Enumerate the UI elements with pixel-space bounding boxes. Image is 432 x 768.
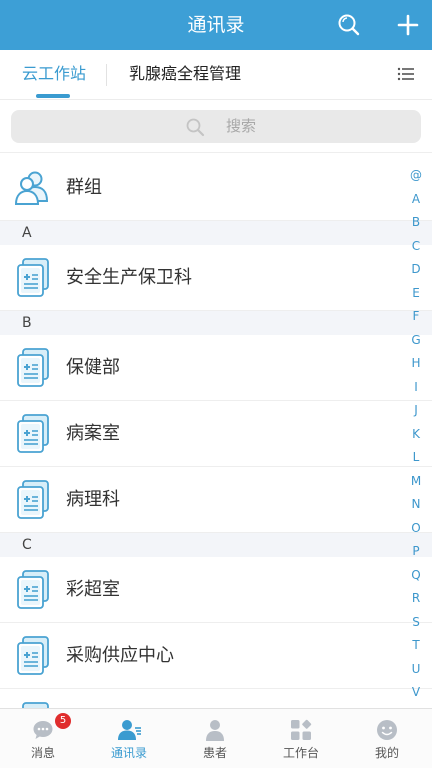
list-item-label: 保健部: [66, 357, 120, 378]
nav-label: 工作台: [282, 746, 319, 760]
index-letter[interactable]: M: [404, 470, 428, 494]
search-placeholder: 搜索: [226, 117, 257, 135]
search-input[interactable]: 搜索: [11, 110, 421, 143]
index-letter[interactable]: T: [404, 634, 428, 658]
section-header: C: [0, 533, 432, 557]
medical-files-icon: [14, 635, 52, 677]
chat-icon: [32, 719, 54, 741]
nav-item-patients[interactable]: 患者: [172, 709, 258, 768]
index-letter[interactable]: B: [404, 211, 428, 235]
list-item-groups[interactable]: 群组: [0, 155, 432, 221]
list-item-department[interactable]: 保健部: [0, 335, 432, 401]
list-item-label: 病理科: [66, 489, 120, 510]
tab-divider: [106, 64, 107, 86]
nav-item-profile[interactable]: 我的: [344, 709, 430, 768]
list-item-department[interactable]: 病理科: [0, 467, 432, 533]
unread-badge: 5: [55, 713, 71, 729]
nav-item-workbench[interactable]: 工作台: [258, 709, 344, 768]
plus-icon[interactable]: [395, 12, 421, 38]
nav-item-contacts[interactable]: 通讯录: [86, 709, 172, 768]
tab-breast-cancer-management[interactable]: 乳腺癌全程管理: [129, 50, 241, 100]
org-tabs: 云工作站 乳腺癌全程管理: [0, 50, 432, 100]
nav-label: 患者: [202, 746, 227, 760]
index-letter[interactable]: A: [404, 188, 428, 212]
list-item-label: 病案室: [66, 423, 120, 444]
section-header: A: [0, 221, 432, 245]
index-letter[interactable]: G: [404, 329, 428, 353]
search-icon: [185, 117, 205, 137]
index-letter[interactable]: K: [404, 423, 428, 447]
nav-label: 我的: [374, 746, 399, 760]
section-letter: C: [22, 537, 32, 553]
contacts-icon: [118, 719, 141, 741]
workbench-icon: [290, 719, 312, 741]
list-item-label: 采购供应中心: [66, 645, 174, 666]
index-letter[interactable]: S: [404, 611, 428, 635]
list-item-department[interactable]: 安全生产保卫科: [0, 245, 432, 311]
index-letter[interactable]: O: [404, 517, 428, 541]
index-letter[interactable]: U: [404, 658, 428, 682]
list-item-department[interactable]: 彩超室: [0, 557, 432, 623]
index-letter[interactable]: Q: [404, 564, 428, 588]
medical-files-icon: [14, 413, 52, 455]
alphabet-index-bar[interactable]: @ A B C D E F G H I J K L M N O P Q R S T U V: [404, 164, 428, 705]
section-letter: B: [22, 315, 32, 331]
index-letter[interactable]: C: [404, 235, 428, 259]
index-letter[interactable]: I: [404, 376, 428, 400]
section-header: B: [0, 311, 432, 335]
active-tab-indicator: [36, 94, 70, 98]
medical-files-icon: [14, 479, 52, 521]
list-item-label: 安全生产保卫科: [66, 267, 192, 288]
search-icon[interactable]: [336, 12, 362, 38]
top-app-bar: 通讯录: [0, 0, 432, 50]
index-letter[interactable]: R: [404, 587, 428, 611]
index-letter[interactable]: E: [404, 282, 428, 306]
section-letter: A: [22, 225, 32, 241]
list-icon[interactable]: [397, 66, 415, 82]
list-item-department[interactable]: 采购供应中心: [0, 623, 432, 689]
search-bar-container: 搜索: [0, 101, 432, 153]
index-letter[interactable]: N: [404, 493, 428, 517]
index-letter[interactable]: F: [404, 305, 428, 329]
list-item-label: 彩超室: [66, 579, 120, 600]
list-item-label: 群组: [66, 177, 102, 198]
nav-item-messages[interactable]: 5 消息: [0, 709, 86, 768]
index-letter[interactable]: H: [404, 352, 428, 376]
people-icon: [14, 167, 52, 209]
index-letter[interactable]: @: [404, 164, 428, 188]
medical-files-icon: [14, 569, 52, 611]
nav-label: 通讯录: [110, 746, 147, 760]
index-letter[interactable]: L: [404, 446, 428, 470]
nav-label: 消息: [30, 746, 55, 760]
index-letter[interactable]: V: [404, 681, 428, 705]
medical-files-icon: [14, 347, 52, 389]
page-title: 通讯录: [187, 14, 245, 36]
patient-icon: [204, 719, 226, 741]
profile-icon: [376, 719, 398, 741]
index-letter[interactable]: D: [404, 258, 428, 282]
bottom-navigation: 5 消息 通讯录 患者 工作台 我的: [0, 708, 432, 768]
index-letter[interactable]: P: [404, 540, 428, 564]
list-item-department[interactable]: 病案室: [0, 401, 432, 467]
tab-cloud-workstation[interactable]: 云工作站: [22, 50, 86, 100]
medical-files-icon: [14, 257, 52, 299]
index-letter[interactable]: J: [404, 399, 428, 423]
